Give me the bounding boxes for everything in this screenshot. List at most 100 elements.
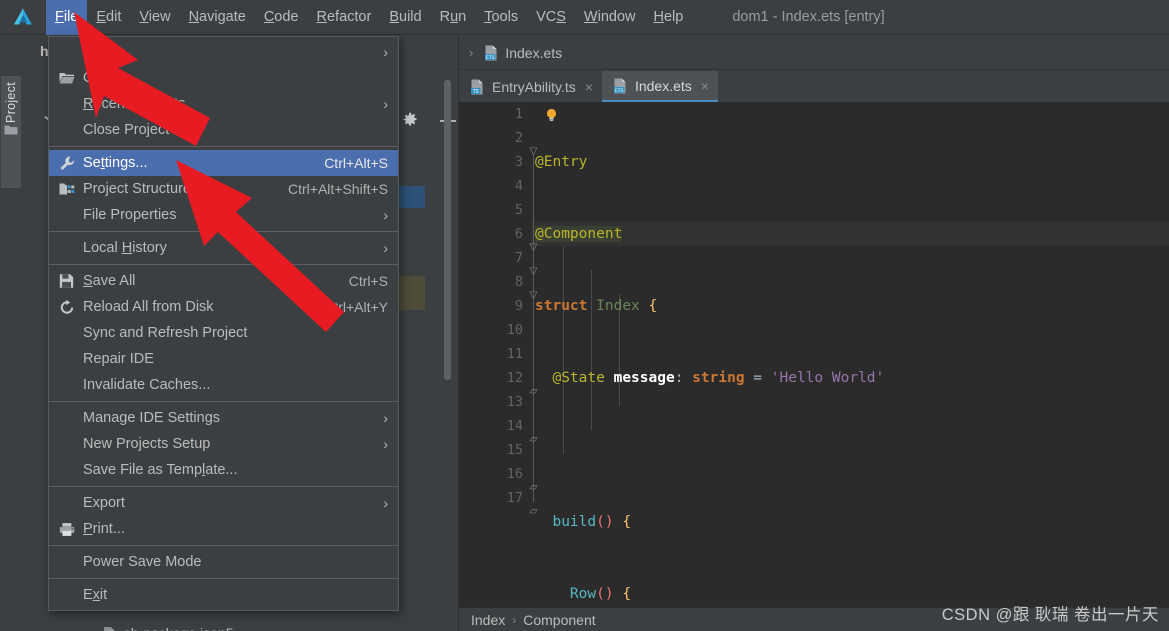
menu-edit-label: Edit [96, 9, 122, 25]
line-number: 15 [506, 442, 523, 458]
menu-tools[interactable]: Tools [475, 0, 527, 35]
menu-refactor[interactable]: Refactor [308, 0, 381, 35]
menu-item-print[interactable]: Print... [49, 516, 398, 542]
left-tool-strip: Project [0, 36, 23, 631]
code-editor[interactable]: 1 2 3 4 5 6 7 8 9 10 11 12 13 14 15 16 1… [459, 102, 1169, 607]
deveco-logo-icon [0, 0, 46, 35]
sidebar-item-project[interactable]: Project [1, 76, 21, 188]
svg-text:ETS: ETS [615, 87, 624, 93]
menu-item-export[interactable]: Export › [49, 490, 398, 516]
code-line: @Component [535, 226, 623, 242]
menu-item-shortcut: Ctrl+Alt+Shift+S [288, 181, 388, 197]
line-number-gutter: 1 2 3 4 5 6 7 8 9 10 11 12 13 14 15 16 1… [459, 102, 531, 607]
menu-item-save-all[interactable]: Save All Ctrl+S [49, 268, 398, 294]
line-number: 10 [506, 322, 523, 338]
menu-item-invalidate-caches[interactable]: Invalidate Caches... [49, 372, 398, 398]
menu-item-new[interactable]: New › [49, 39, 398, 65]
line-number: 2 [514, 130, 523, 146]
menu-view[interactable]: View [130, 0, 179, 35]
editor-area: › ETS Index.ets TS EntryAbility.ts × ETS… [459, 36, 1169, 631]
menu-window-label: Window [583, 9, 636, 25]
breadcrumb-crumb[interactable]: Component [523, 612, 595, 628]
chevron-right-icon: › [512, 612, 517, 627]
save-icon [58, 273, 75, 290]
line-number: 1 [514, 106, 523, 122]
svg-text:ETS: ETS [486, 54, 495, 60]
menu-item-label: Invalidate Caches... [83, 377, 211, 393]
menu-item-shortcut: Ctrl+S [348, 273, 388, 289]
menu-item-label: Local History [83, 240, 167, 256]
menu-item-close-project[interactable]: Close Project [49, 117, 398, 143]
menu-build[interactable]: Build [380, 0, 430, 35]
menu-item-recent-projects[interactable]: Recent Projects › [49, 91, 398, 117]
menu-item-label: Recent Projects [83, 96, 186, 112]
breadcrumb-crumb[interactable]: Index [471, 612, 505, 628]
menu-item-label: File Properties [83, 207, 177, 223]
watermark-text: CSDN @跟 耿瑞 卷出一片天 [941, 606, 1159, 624]
menu-separator [49, 264, 398, 265]
menu-item-sync-and-refresh-project[interactable]: Sync and Refresh Project [49, 320, 398, 346]
menu-item-shortcut: Ctrl+Alt+S [324, 155, 388, 171]
menu-build-label: Build [389, 9, 422, 25]
menu-help-label: Help [653, 9, 684, 25]
line-number: 11 [506, 346, 523, 362]
menu-separator [49, 231, 398, 232]
project-structure-icon [58, 181, 75, 198]
code-content: @Entry @Component struct Index { @State … [535, 102, 1169, 607]
tab-entryability-ts[interactable]: TS EntryAbility.ts × [459, 71, 602, 102]
menu-item-exit[interactable]: Exit [49, 582, 398, 608]
menu-item-label: Export [83, 495, 125, 511]
menu-run[interactable]: Run [431, 0, 476, 35]
chevron-right-icon: › [383, 96, 388, 112]
menu-item-settings[interactable]: Settings... Ctrl+Alt+S [49, 150, 398, 176]
menu-item-manage-ide-settings[interactable]: Manage IDE Settings › [49, 405, 398, 431]
line-number: 3 [514, 154, 523, 170]
menu-item-open[interactable]: Open... [49, 65, 398, 91]
menu-code[interactable]: Code [255, 0, 308, 35]
menu-navigate[interactable]: Navigate [180, 0, 255, 35]
close-icon[interactable]: × [585, 79, 593, 95]
menu-edit[interactable]: Edit [87, 0, 130, 35]
breadcrumb-file-name: Index.ets [505, 44, 563, 61]
line-number: 7 [514, 250, 523, 266]
menu-item-repair-ide[interactable]: Repair IDE [49, 346, 398, 372]
menu-code-label: Code [263, 9, 299, 25]
menu-item-file-properties[interactable]: File Properties › [49, 202, 398, 228]
line-number: 4 [514, 178, 523, 194]
menu-item-label: Exit [83, 587, 108, 603]
menu-file[interactable]: File [46, 0, 88, 35]
chevron-right-icon: › [383, 240, 388, 256]
menu-item-label: Print... [83, 521, 125, 537]
menu-item-label: Project Structure... [83, 181, 204, 197]
menu-separator [49, 401, 398, 402]
menu-item-local-history[interactable]: Local History › [49, 235, 398, 261]
menu-item-reload-all-from-disk[interactable]: Reload All from Disk Ctrl+Alt+Y [49, 294, 398, 320]
svg-text:TS: TS [472, 88, 479, 94]
json5-file-icon [102, 626, 117, 631]
list-item[interactable]: oh-package.json5 [102, 622, 234, 631]
menu-item-power-save-mode[interactable]: Power Save Mode [49, 549, 398, 575]
menu-item-save-file-as-template[interactable]: Save File as Template... [49, 457, 398, 483]
project-panel-scrollbar[interactable] [444, 80, 451, 380]
menu-vcs[interactable]: VCS [527, 0, 575, 35]
gear-icon[interactable] [402, 112, 418, 133]
menu-item-label: New Projects Setup [83, 436, 211, 452]
menu-item-new-projects-setup[interactable]: New Projects Setup › [49, 431, 398, 457]
menu-bar: File Edit View Navigate Code Refactor Bu… [0, 0, 1169, 35]
lightbulb-icon[interactable] [545, 108, 557, 121]
wrench-icon [58, 155, 75, 172]
menu-help[interactable]: Help [644, 0, 692, 35]
menu-refactor-label: Refactor [316, 9, 372, 25]
menu-item-label: Power Save Mode [83, 554, 202, 570]
chevron-right-icon: › [383, 410, 388, 426]
reload-icon [58, 299, 75, 316]
line-number: 6 [514, 226, 523, 242]
menu-window[interactable]: Window [575, 0, 645, 35]
folder-open-icon [58, 70, 75, 87]
close-icon[interactable]: × [701, 78, 709, 94]
tab-index-ets[interactable]: ETS Index.ets × [601, 71, 718, 102]
tab-label: Index.ets [634, 77, 692, 94]
menu-item-label: Manage IDE Settings [83, 410, 221, 426]
menu-item-project-structure[interactable]: Project Structure... Ctrl+Alt+Shift+S [49, 176, 398, 202]
